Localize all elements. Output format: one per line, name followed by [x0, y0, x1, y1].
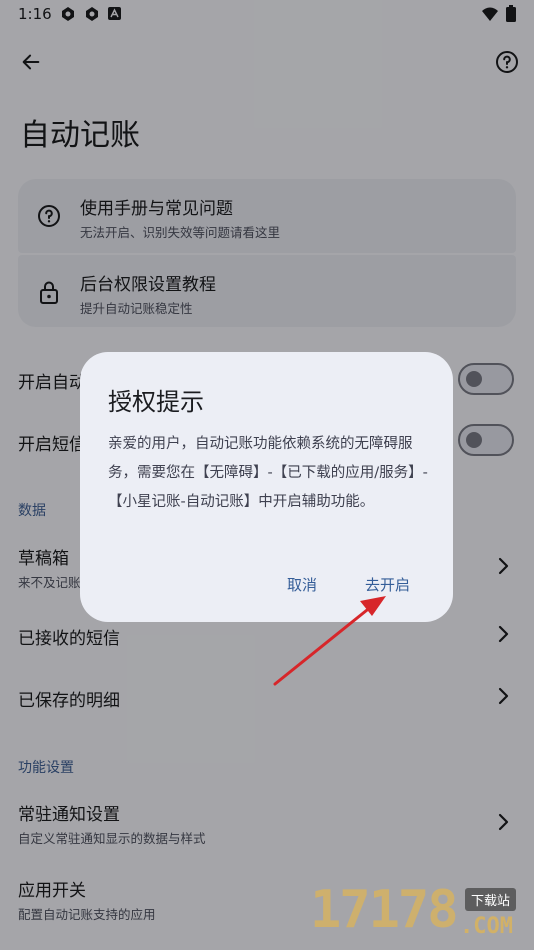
- dialog-confirm-button[interactable]: 去开启: [359, 570, 416, 599]
- dialog-message: 亲爱的用户，自动记账功能依赖系统的无障碍服务，需要您在【无障碍】-【已下载的应用…: [108, 436, 428, 510]
- watermark-domain: .COM: [460, 914, 513, 939]
- watermark-tag: 下载站: [465, 888, 517, 911]
- watermark-number: 17178: [310, 880, 459, 940]
- dialog-title: 授权提示: [108, 388, 204, 416]
- site-watermark: 17178 下载站 .COM: [310, 870, 534, 950]
- dialog-cancel-button[interactable]: 取消: [281, 570, 323, 599]
- authorization-dialog: 授权提示 亲爱的用户，自动记账功能依赖系统的无障碍服务，需要您在【无障碍】-【已…: [80, 352, 453, 622]
